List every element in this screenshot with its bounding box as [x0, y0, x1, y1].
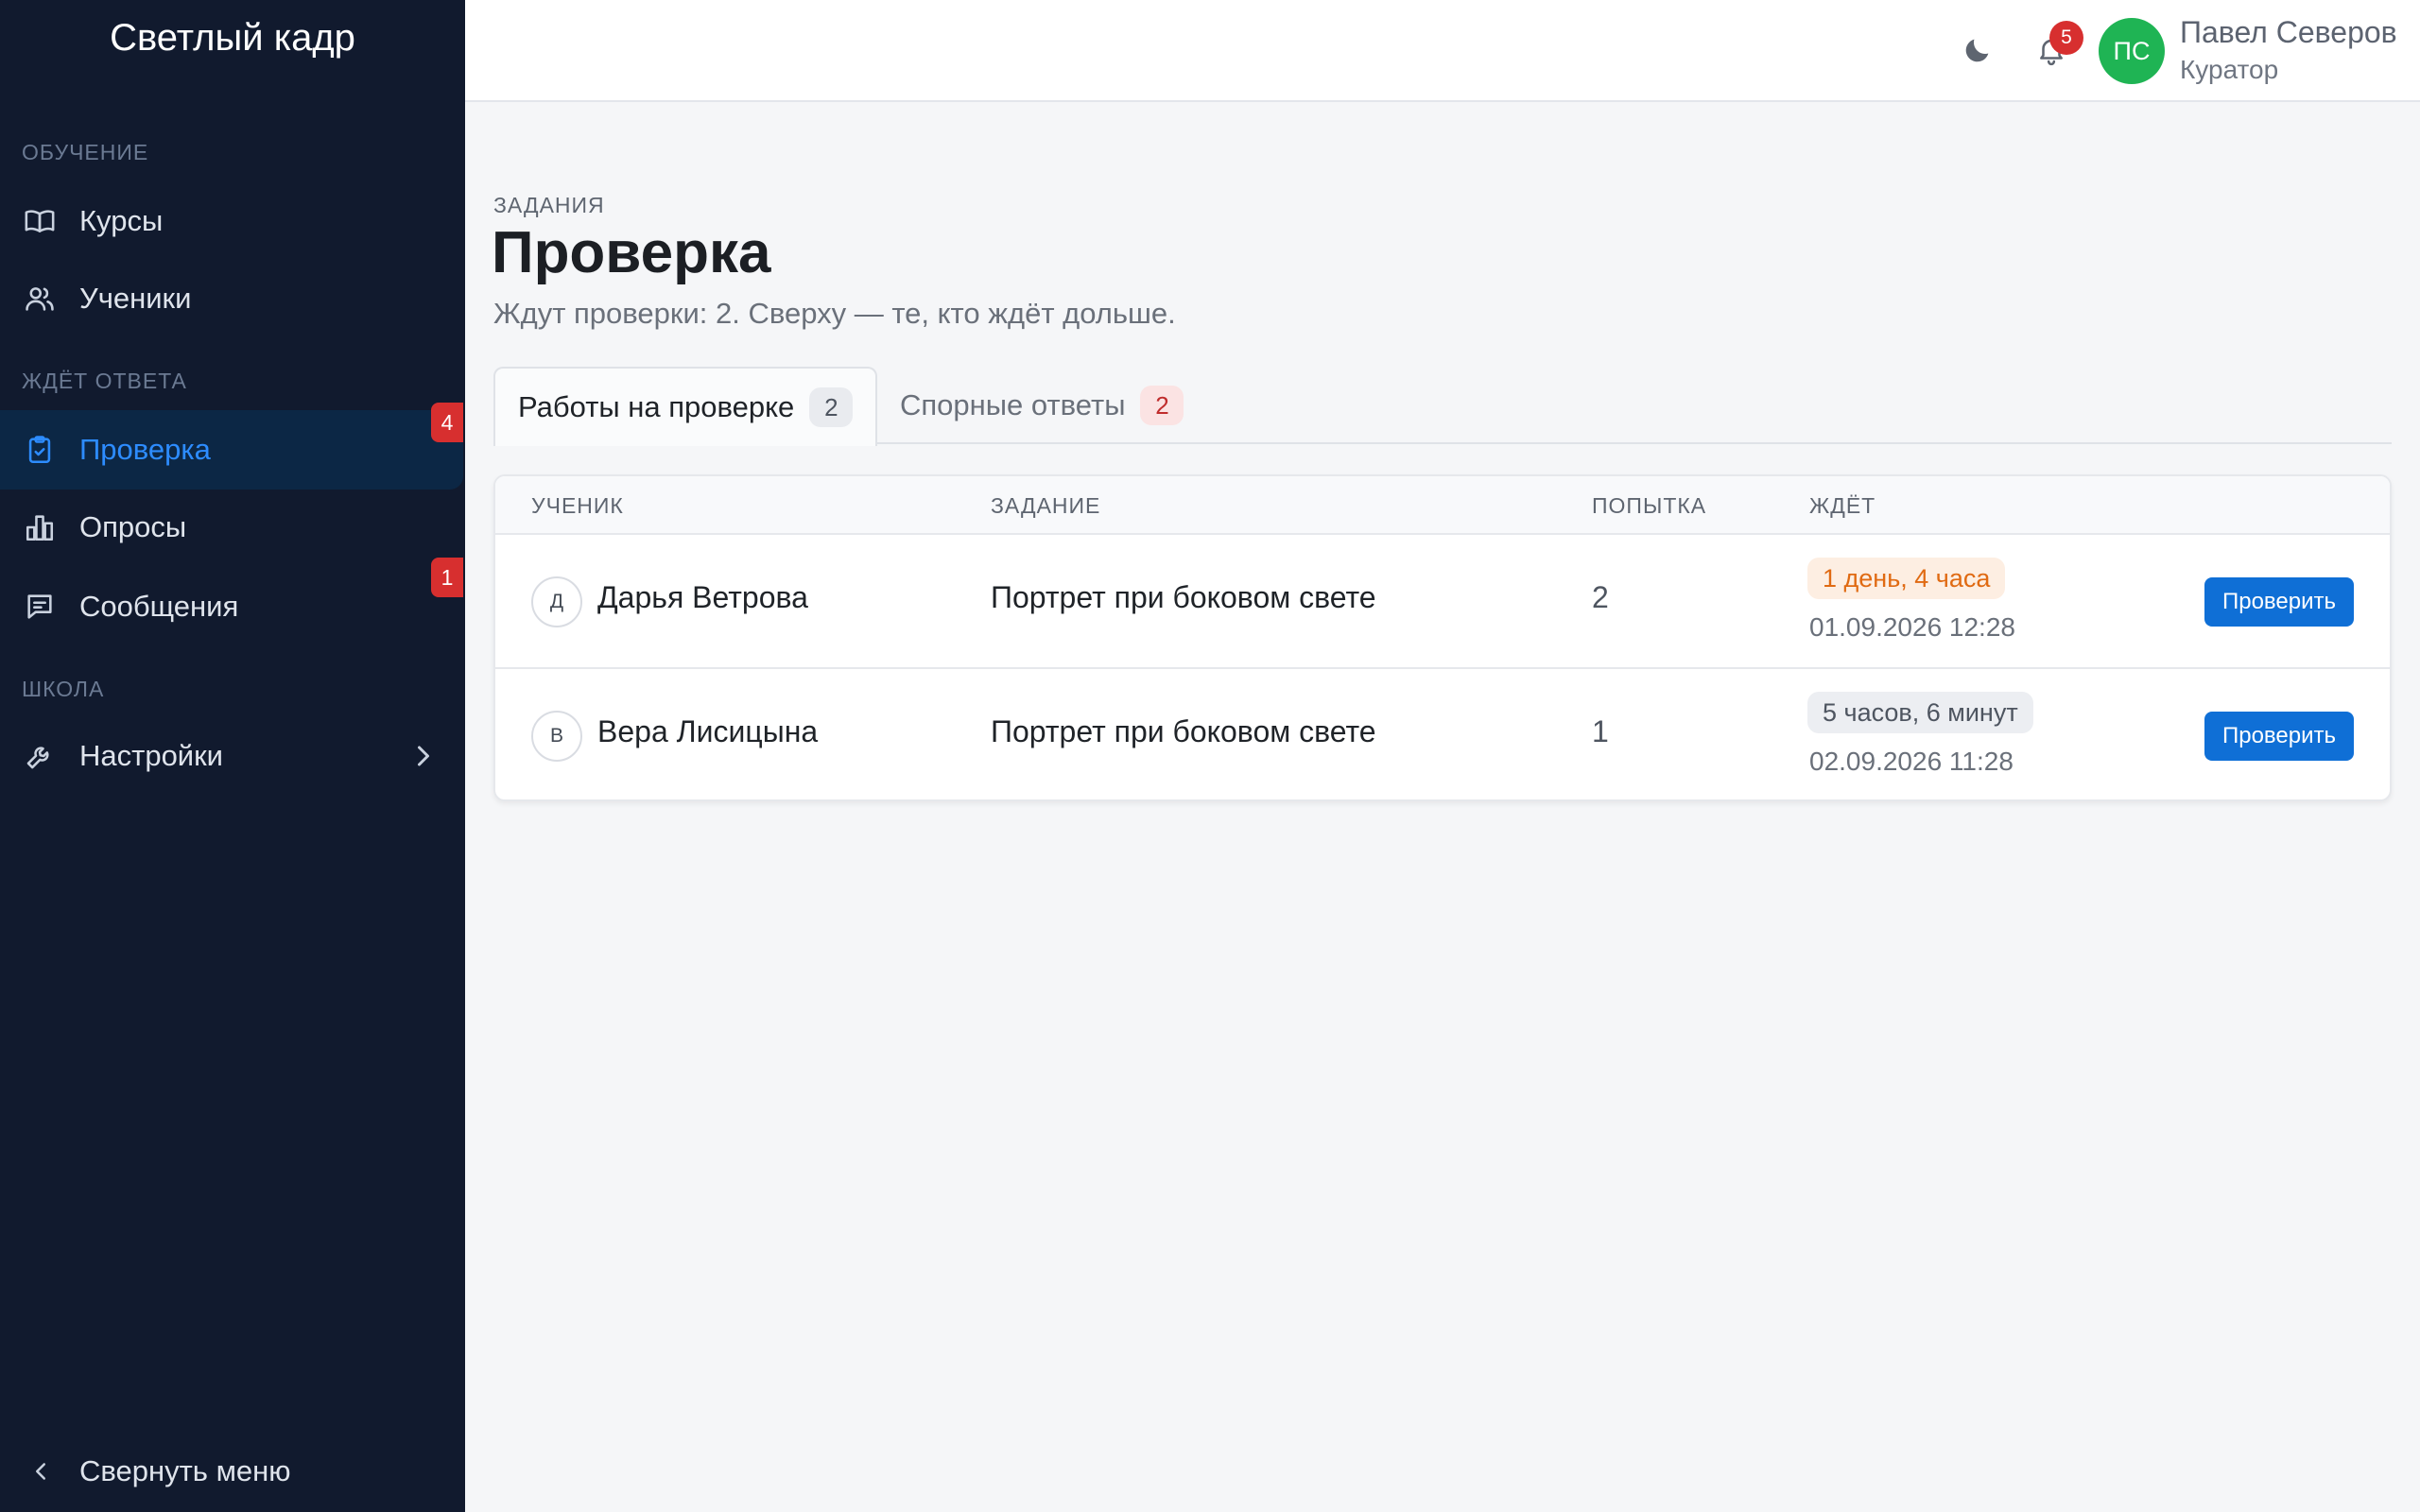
- section-label-school: ШКОЛА: [22, 677, 105, 701]
- sidebar-item-review[interactable]: Проверка: [0, 410, 463, 490]
- tab-disputed-answers[interactable]: Спорные ответы 2: [877, 367, 1206, 444]
- sidebar-item-settings[interactable]: Настройки: [0, 716, 465, 796]
- review-button[interactable]: Проверить: [2204, 712, 2354, 761]
- attempt-number: 1: [1592, 714, 1609, 748]
- column-header-attempt: ПОПЫТКА: [1592, 493, 1707, 518]
- sidebar-item-label: Ученики: [79, 282, 192, 315]
- notifications-badge: 5: [2049, 21, 2083, 55]
- student-name: Дарья Ветрова: [597, 580, 808, 614]
- task-name: Портрет при боковом свете: [991, 580, 1376, 614]
- sidebar-item-courses[interactable]: Курсы: [0, 181, 465, 261]
- messages-count-badge: 1: [431, 558, 463, 597]
- sidebar-item-label: Опросы: [79, 510, 187, 543]
- task-name: Портрет при боковом свете: [991, 714, 1376, 748]
- sidebar-item-messages[interactable]: Сообщения: [0, 567, 465, 646]
- clipboard-check-icon: [23, 433, 57, 467]
- message-icon: [23, 590, 57, 624]
- attempt-number: 2: [1592, 580, 1609, 614]
- bar-chart-icon: [23, 510, 57, 544]
- page-subtitle: Ждут проверки: 2. Сверху — те, кто ждёт …: [493, 297, 1176, 330]
- wrench-icon: [23, 739, 57, 773]
- tab-label: Спорные ответы: [900, 388, 1126, 421]
- sidebar-item-label: Сообщения: [79, 590, 239, 623]
- tab-review-works[interactable]: Работы на проверке 2: [493, 367, 878, 446]
- collapse-menu-label: Свернуть меню: [79, 1454, 291, 1487]
- submitted-date: 01.09.2026 12:28: [1809, 612, 2015, 642]
- review-count-badge: 4: [431, 403, 463, 442]
- tab-label: Работы на проверке: [518, 390, 795, 423]
- table-row: Д Дарья Ветрова Портрет при боковом свет…: [495, 537, 2390, 669]
- sidebar-item-polls[interactable]: Опросы: [0, 488, 465, 567]
- section-label-learning: ОБУЧЕНИЕ: [22, 140, 149, 164]
- review-table: УЧЕНИК ЗАДАНИЕ ПОПЫТКА ЖДЁТ Д Дарья Ветр…: [493, 474, 2392, 801]
- column-header-waiting: ЖДЁТ: [1809, 493, 1876, 518]
- page-eyebrow: ЗАДАНИЯ: [493, 193, 605, 217]
- column-header-task: ЗАДАНИЕ: [991, 493, 1101, 518]
- chevron-left-icon: [36, 1463, 45, 1480]
- table-header: УЧЕНИК ЗАДАНИЕ ПОПЫТКА ЖДЁТ: [495, 476, 2390, 535]
- moon-icon: [1965, 39, 1989, 62]
- user-name: Павел Северов: [2180, 15, 2397, 49]
- submitted-date: 02.09.2026 11:28: [1809, 747, 2014, 776]
- sidebar-item-label: Настройки: [79, 739, 224, 772]
- wait-duration-badge: 1 день, 4 часа: [1807, 558, 2006, 599]
- student-initial: В: [531, 711, 582, 762]
- page-title: Проверка: [492, 220, 771, 285]
- tab-count-badge: 2: [1140, 386, 1184, 425]
- student-name: Вера Лисицына: [597, 714, 819, 748]
- avatar[interactable]: ПС: [2099, 18, 2165, 84]
- tabs: Работы на проверке 2 Спорные ответы 2: [493, 367, 2392, 446]
- collapse-menu-button[interactable]: Свернуть меню: [0, 1431, 465, 1512]
- tab-count-badge: 2: [809, 387, 854, 427]
- sidebar: Светлый кадр ОБУЧЕНИЕ Курсы Ученики ЖДЁТ…: [0, 0, 465, 1512]
- student-initial: Д: [531, 576, 582, 627]
- theme-toggle-button[interactable]: [1953, 26, 2002, 75]
- section-label-awaiting: ЖДЁТ ОТВЕТА: [22, 369, 187, 393]
- review-button[interactable]: Проверить: [2204, 577, 2354, 627]
- book-icon: [23, 204, 57, 238]
- brand-title: Светлый кадр: [110, 17, 355, 59]
- wait-duration-badge: 5 часов, 6 минут: [1807, 692, 2033, 733]
- table-row: В Вера Лисицына Портрет при боковом свет…: [495, 671, 2390, 799]
- sidebar-item-label: Курсы: [79, 204, 164, 237]
- sidebar-item-students[interactable]: Ученики: [0, 259, 465, 338]
- column-header-student: УЧЕНИК: [531, 493, 624, 518]
- sidebar-item-label: Проверка: [79, 433, 211, 466]
- users-icon: [23, 282, 57, 316]
- user-role: Куратор: [2180, 55, 2279, 84]
- chevron-right-icon: [418, 746, 429, 766]
